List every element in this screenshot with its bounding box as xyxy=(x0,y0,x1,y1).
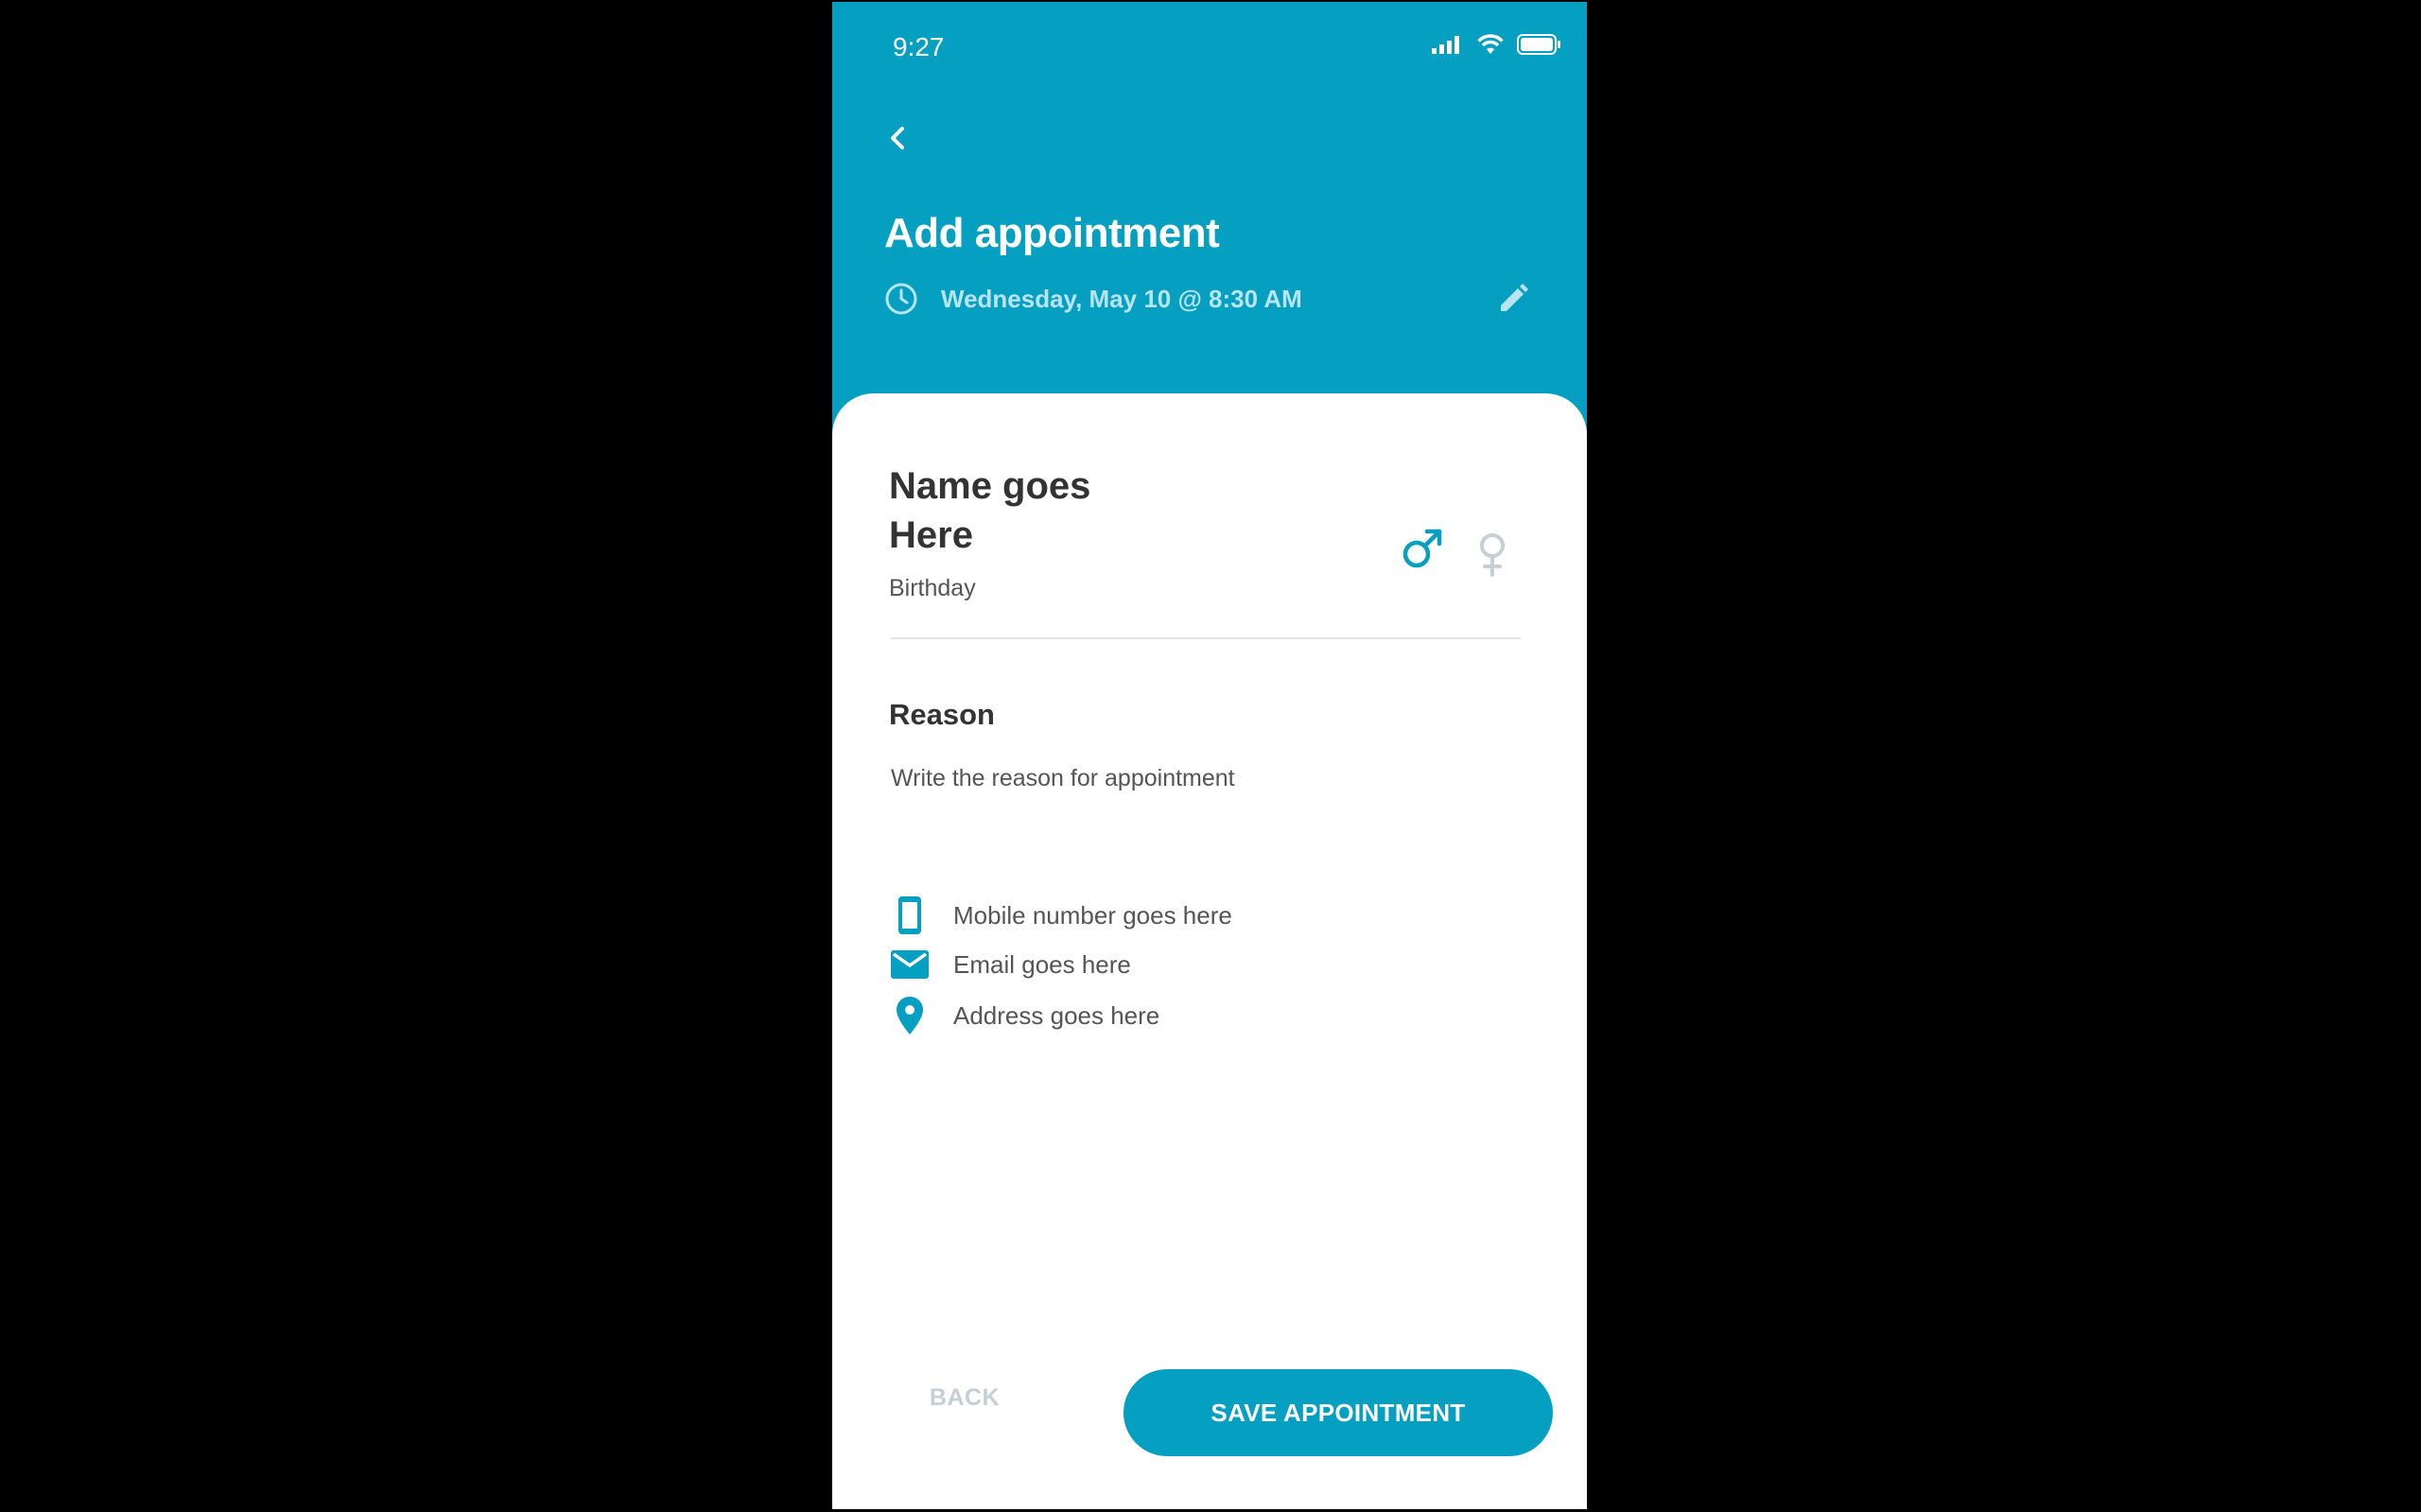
save-appointment-button[interactable]: SAVE APPOINTMENT xyxy=(1123,1369,1553,1456)
patient-name: Name goes Here xyxy=(889,465,1091,556)
email-row[interactable]: Email goes here xyxy=(889,942,1131,987)
location-pin-icon xyxy=(889,995,931,1036)
mobile-number-text: Mobile number goes here xyxy=(953,900,1232,930)
signal-icon xyxy=(1432,36,1459,54)
male-icon[interactable] xyxy=(1400,526,1445,571)
email-text: Email goes here xyxy=(953,949,1131,979)
datetime-text: Wednesday, May 10 @ 8:30 AM xyxy=(941,284,1302,313)
appointment-form-card: Name goes Here Birthday Reason Mobile nu… xyxy=(832,393,1587,1509)
reason-label: Reason xyxy=(889,698,995,731)
wifi-icon xyxy=(1477,34,1504,54)
status-time: 9:27 xyxy=(893,32,945,61)
female-icon[interactable] xyxy=(1475,531,1509,579)
mobile-row[interactable]: Mobile number goes here xyxy=(889,893,1232,938)
back-chevron-icon[interactable] xyxy=(880,119,917,157)
edit-pencil-icon[interactable] xyxy=(1496,282,1530,316)
address-text: Address goes here xyxy=(953,1000,1160,1030)
patient-birthday: Birthday xyxy=(889,575,976,601)
status-icons xyxy=(1432,34,1560,55)
appointment-datetime: Wednesday, May 10 @ 8:30 AM xyxy=(884,282,1302,316)
page-title: Add appointment xyxy=(884,210,1220,256)
reason-input[interactable] xyxy=(891,756,1515,800)
battery-icon xyxy=(1517,34,1560,55)
clock-icon xyxy=(885,283,917,315)
divider xyxy=(891,637,1521,639)
mobile-phone-icon xyxy=(889,895,931,936)
email-envelope-icon xyxy=(889,944,931,985)
phone-screen: 9:27 Add appointment Wednesday, May 10 @… xyxy=(832,2,1587,1509)
address-row[interactable]: Address goes here xyxy=(889,993,1159,1038)
back-button[interactable]: BACK xyxy=(889,1369,1040,1426)
